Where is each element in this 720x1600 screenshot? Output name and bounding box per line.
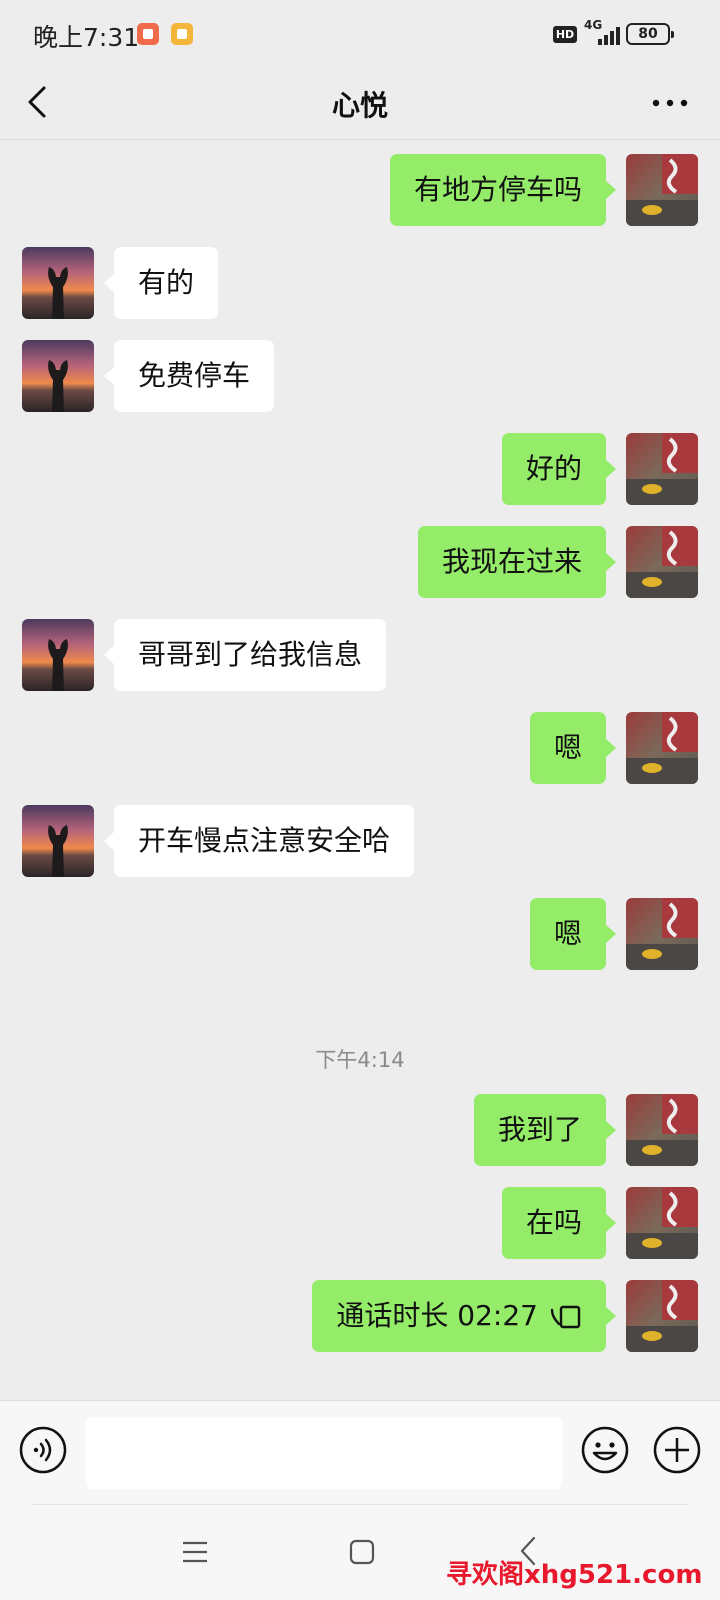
- message-bubble-received[interactable]: 免费停车: [103, 340, 275, 412]
- contact-avatar[interactable]: [22, 340, 94, 412]
- voice-icon[interactable]: [18, 1425, 68, 1475]
- app-notification-icon: [137, 23, 159, 45]
- signal-icon: [598, 27, 620, 45]
- call-record-bubble[interactable]: 通话时长 02:27: [312, 1280, 616, 1352]
- message-row: 我现在过来: [0, 526, 720, 598]
- self-avatar[interactable]: [626, 526, 698, 598]
- self-avatar[interactable]: [626, 433, 698, 505]
- message-bubble-sent[interactable]: 有地方停车吗: [389, 154, 617, 226]
- message-row: 有地方停车吗: [0, 154, 720, 226]
- contact-avatar[interactable]: [22, 247, 94, 319]
- self-avatar[interactable]: [626, 1187, 698, 1259]
- message-bubble-sent[interactable]: 我现在过来: [417, 526, 617, 598]
- self-avatar[interactable]: [626, 898, 698, 970]
- message-bubble-sent[interactable]: 好的: [501, 433, 617, 505]
- message-row: 有的: [0, 247, 720, 319]
- chat-header: 心悦: [0, 66, 720, 140]
- message-bubble-received[interactable]: 哥哥到了给我信息: [103, 619, 387, 691]
- message-row: 开车慢点注意安全哈: [0, 805, 720, 877]
- message-row: 我到了: [0, 1094, 720, 1166]
- contact-avatar[interactable]: [22, 619, 94, 691]
- phone-call-icon: [550, 1305, 581, 1329]
- message-bubble-sent[interactable]: 在吗: [501, 1187, 617, 1259]
- message-row: 嗯: [0, 898, 720, 970]
- message-input[interactable]: [86, 1417, 562, 1489]
- self-avatar[interactable]: [626, 1094, 698, 1166]
- menu-icon[interactable]: [180, 1538, 210, 1566]
- message-row: 免费停车: [0, 340, 720, 412]
- input-bar: [0, 1400, 720, 1504]
- hd-badge: HD: [553, 26, 577, 43]
- battery-icon: 80: [626, 23, 674, 45]
- message-row: 哥哥到了给我信息: [0, 619, 720, 691]
- contact-avatar[interactable]: [22, 805, 94, 877]
- message-row: 在吗: [0, 1187, 720, 1259]
- watermark: 寻欢阁xhg521.com: [446, 1560, 703, 1590]
- emoji-icon[interactable]: [580, 1425, 630, 1475]
- more-dots-icon[interactable]: [648, 88, 692, 118]
- chat-title: 心悦: [331, 89, 388, 122]
- message-bubble-sent[interactable]: 我到了: [473, 1094, 617, 1166]
- status-bar: 晚上7:31 HD 4G 80: [0, 0, 720, 66]
- message-row: 通话时长 02:27: [0, 1280, 720, 1352]
- message-bubble-sent[interactable]: 嗯: [529, 898, 617, 970]
- status-time: 晚上7:31: [33, 23, 140, 52]
- message-row: 好的: [0, 433, 720, 505]
- message-bubble-sent[interactable]: 嗯: [529, 712, 617, 784]
- home-icon[interactable]: [348, 1538, 376, 1566]
- self-avatar[interactable]: [626, 1280, 698, 1352]
- chat-timestamp: 下午4:14: [315, 1048, 405, 1072]
- call-duration-text: 通话时长 02:27: [336, 1299, 538, 1332]
- message-row: 嗯: [0, 712, 720, 784]
- divider: [32, 1504, 688, 1505]
- message-notification-icon: [171, 23, 193, 45]
- message-bubble-received[interactable]: 开车慢点注意安全哈: [103, 805, 415, 877]
- plus-icon[interactable]: [652, 1425, 702, 1475]
- message-bubble-received[interactable]: 有的: [103, 247, 219, 319]
- self-avatar[interactable]: [626, 712, 698, 784]
- self-avatar[interactable]: [626, 154, 698, 226]
